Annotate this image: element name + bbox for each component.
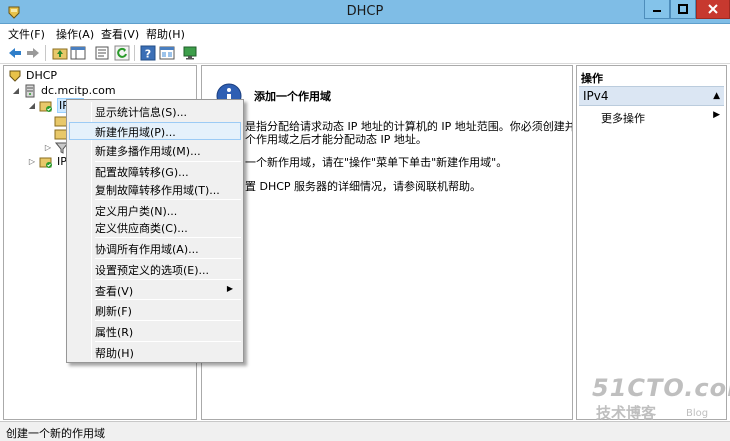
tree-item-server[interactable]: ◢ dc.mcitp.com <box>12 83 116 98</box>
more-actions-item[interactable]: 更多操作 <box>601 110 645 126</box>
submenu-arrow-icon: ▶ <box>713 110 720 120</box>
instruction-text: 一个新作用域，请在"操作"菜单下单击"新建作用域"。 <box>245 156 508 169</box>
menu-item-replicate-failover[interactable]: 复制故障转移作用域(T)... <box>69 180 241 198</box>
menu-item-new-scope[interactable]: 新建作用域(P)... <box>69 122 241 140</box>
menu-item-label: 配置故障转移(G)... <box>95 166 189 179</box>
collapse-up-icon: ▲ <box>713 91 720 101</box>
collapse-arrow-icon[interactable]: ◢ <box>12 86 20 95</box>
menu-item-label: 设置预定义的选项(E)... <box>95 264 210 277</box>
actions-section-label: IPv4 <box>583 89 609 103</box>
toolbar-separator <box>45 45 46 61</box>
dhcp-icon <box>9 70 21 82</box>
menu-separator <box>95 299 241 300</box>
up-folder-icon[interactable] <box>52 45 68 61</box>
menu-item-label: 复制故障转移作用域(T)... <box>95 184 220 197</box>
close-button[interactable] <box>696 0 730 19</box>
watermark-logo: 51CTO.com <box>592 374 730 402</box>
tree-item-label: DHCP <box>26 69 58 82</box>
tree-item-label: dc.mcitp.com <box>41 84 116 97</box>
forward-arrow-icon[interactable] <box>25 45 41 61</box>
expand-arrow-icon[interactable]: ▷ <box>44 143 52 152</box>
help-icon[interactable]: ? <box>140 45 156 61</box>
menu-item-define-user-classes[interactable]: 定义用户类(N)... <box>69 201 241 219</box>
title-bar: DHCP <box>0 0 730 24</box>
menu-item-new-multicast-scope[interactable]: 新建多播作用域(M)... <box>69 141 241 159</box>
result-pane: 添加一个作用域 是指分配给请求动态 IP 地址的计算机的 IP 地址范围。你必须… <box>201 65 573 420</box>
menu-item-label: 新建作用域(P)... <box>95 126 176 139</box>
tree-item-dhcp[interactable]: DHCP <box>8 68 57 83</box>
menu-separator <box>95 237 241 238</box>
menu-separator <box>95 320 241 321</box>
collapse-arrow-icon[interactable]: ◢ <box>28 101 36 110</box>
description-text: 个作用域之后才能分配动态 IP 地址。 <box>245 133 427 146</box>
menu-item-label: 刷新(F) <box>95 305 132 318</box>
menu-help[interactable]: 帮助(H) <box>146 26 185 42</box>
close-icon <box>708 4 718 14</box>
toolbar: ? <box>0 42 730 64</box>
status-text: 创建一个新的作用域 <box>6 427 105 440</box>
status-bar: 创建一个新的作用域 <box>0 421 730 441</box>
menu-item-set-predefined-options[interactable]: 设置预定义的选项(E)... <box>69 260 241 278</box>
mmc-console-icon[interactable] <box>159 45 175 61</box>
properties-icon[interactable] <box>94 45 110 61</box>
menu-separator <box>95 279 241 280</box>
menu-file[interactable]: 文件(F) <box>8 26 45 42</box>
menu-item-refresh[interactable]: 刷新(F) <box>69 301 241 319</box>
menu-view[interactable]: 查看(V) <box>101 26 139 42</box>
menu-item-label: 显示统计信息(S)... <box>95 106 188 119</box>
description-text: 是指分配给请求动态 IP 地址的计算机的 IP 地址范围。你必须创建并 <box>245 120 573 133</box>
menu-item-label: 查看(V) <box>95 285 134 298</box>
menu-item-show-statistics[interactable]: 显示统计信息(S)... <box>69 102 241 120</box>
menu-item-properties[interactable]: 属性(R) <box>69 322 241 340</box>
actions-header: 操作 <box>581 72 603 85</box>
maximize-icon <box>678 4 688 14</box>
ipv4-scope-icon <box>39 101 52 112</box>
actions-pane: 操作 IPv4 ▲ 更多操作 ▶ <box>576 65 727 420</box>
watermark-blog: Blog <box>686 408 709 419</box>
watermark-subtitle: 技术博客 <box>596 404 657 422</box>
back-arrow-icon[interactable] <box>7 45 23 61</box>
menu-item-label: 协调所有作用域(A)... <box>95 243 199 256</box>
show-hide-tree-icon[interactable] <box>70 45 86 61</box>
menu-item-view[interactable]: 查看(V) ▶ <box>69 281 241 299</box>
svg-text:?: ? <box>145 48 151 61</box>
context-menu: 显示统计信息(S)... 新建作用域(P)... 新建多播作用域(M)... 配… <box>66 99 244 363</box>
menu-item-configure-failover[interactable]: 配置故障转移(G)... <box>69 162 241 180</box>
menu-item-label: 新建多播作用域(M)... <box>95 145 201 158</box>
menu-item-label: 定义用户类(N)... <box>95 205 178 218</box>
refresh-icon[interactable] <box>114 45 130 61</box>
menu-item-label: 属性(R) <box>95 326 134 339</box>
menu-separator <box>95 341 241 342</box>
server-icon <box>25 84 35 97</box>
submenu-arrow-icon: ▶ <box>226 284 233 293</box>
menu-item-define-vendor-classes[interactable]: 定义供应商类(C)... <box>69 218 241 236</box>
export-monitor-icon[interactable] <box>182 45 198 61</box>
minimize-icon <box>653 10 661 12</box>
menu-item-label: 帮助(H) <box>95 347 134 360</box>
menu-bar: 文件(F) 操作(A) 查看(V) 帮助(H) <box>0 25 730 41</box>
window-title: DHCP <box>346 4 384 19</box>
maximize-button[interactable] <box>670 0 696 19</box>
toolbar-separator <box>134 45 135 61</box>
menu-item-label: 定义供应商类(C)... <box>95 222 188 235</box>
actions-section-ipv4[interactable]: IPv4 ▲ <box>579 86 724 106</box>
help-text: 置 DHCP 服务器的详细情况，请参阅联机帮助。 <box>245 180 482 193</box>
menu-separator <box>95 258 241 259</box>
ipv6-scope-icon <box>39 157 52 168</box>
menu-item-reconcile-scopes[interactable]: 协调所有作用域(A)... <box>69 239 241 257</box>
menu-action[interactable]: 操作(A) <box>56 26 94 42</box>
expand-arrow-icon[interactable]: ▷ <box>28 157 36 166</box>
menu-separator <box>95 199 241 200</box>
menu-item-help[interactable]: 帮助(H) <box>69 343 241 361</box>
page-title: 添加一个作用域 <box>254 90 331 103</box>
minimize-button[interactable] <box>644 0 670 19</box>
